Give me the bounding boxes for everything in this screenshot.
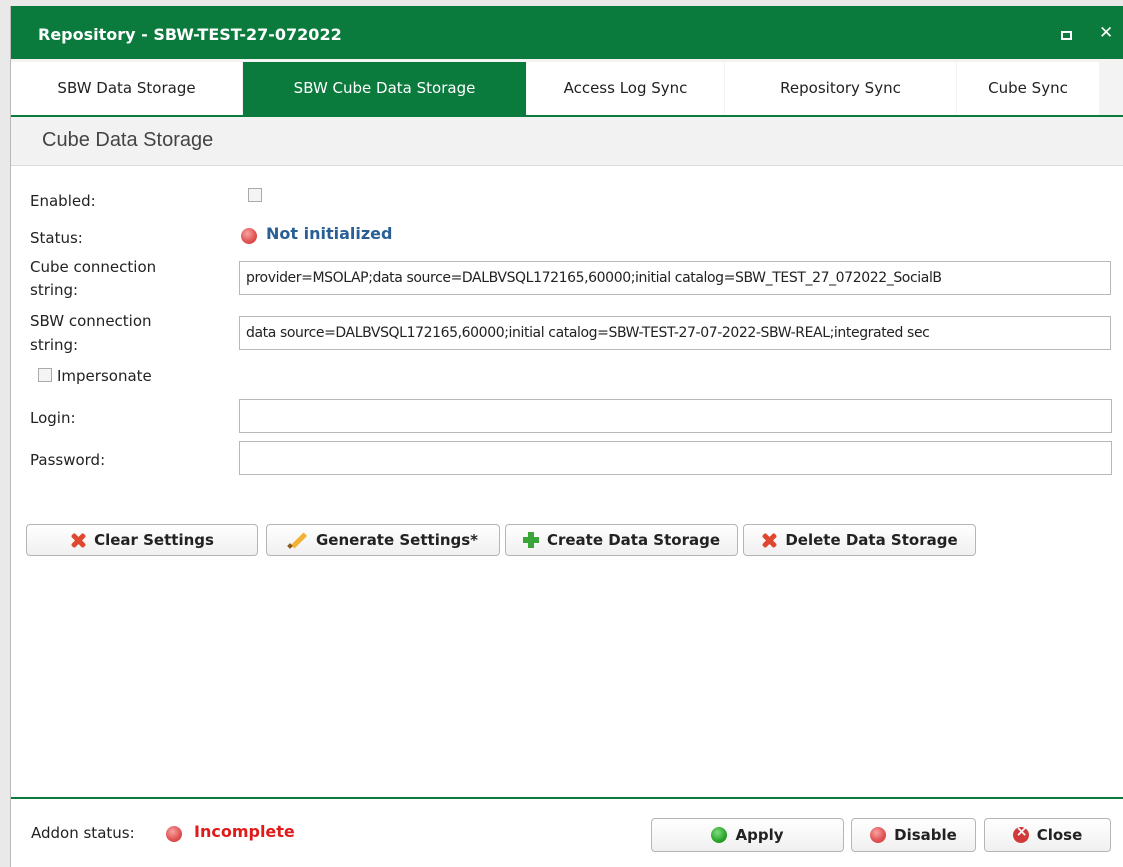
cube-connection-string-input[interactable]: provider=MSOLAP;data source=DALBVSQL1721… [239,261,1111,295]
section-header: Cube Data Storage [11,117,1123,166]
tab-bar: SBW Data Storage SBW Cube Data Storage A… [11,59,1123,115]
background-strip-left [0,0,10,867]
green-dot-icon [711,827,728,843]
login-label: Login: [30,409,76,427]
tab-access-log-sync[interactable]: Access Log Sync [527,62,724,115]
sbw-connection-string-input[interactable]: data source=DALBVSQL172165,60000;initial… [239,316,1111,350]
generate-settings-button[interactable]: Generate Settings* [266,524,500,556]
generate-settings-label: Generate Settings* [315,531,479,549]
addon-status-dot-icon [166,826,182,842]
disable-label: Disable [894,826,957,844]
disable-button[interactable]: Disable [851,818,976,852]
addon-status-label: Addon status: [31,824,135,842]
cube-connection-label-line1: Cube connection [30,258,157,276]
close-button[interactable]: Close [984,818,1111,852]
clear-settings-button[interactable]: Clear Settings [26,524,258,556]
enabled-checkbox[interactable] [248,188,262,202]
cube-connection-label-line2: string: [30,281,79,299]
impersonate-label: Impersonate [57,367,152,385]
clear-settings-label: Clear Settings [94,531,214,549]
apply-button[interactable]: Apply [651,818,844,852]
section-title: Cube Data Storage [42,129,214,151]
repository-dialog: Repository - SBW-TEST-27-072022 ✕ SBW Da… [10,6,1123,867]
addon-status-value: Incomplete [194,822,295,841]
create-data-storage-button[interactable]: Create Data Storage [505,524,738,556]
sbw-connection-label-line2: string: [30,336,79,354]
password-input[interactable] [239,441,1112,475]
red-x-icon [70,532,86,548]
close-circle-icon [1012,824,1029,843]
delete-data-storage-button[interactable]: Delete Data Storage [743,524,976,556]
status-value: Not initialized [266,224,393,243]
pencil-icon [288,532,308,548]
red-dot-icon [870,827,887,843]
impersonate-checkbox[interactable] [38,368,52,382]
green-plus-icon [522,532,539,548]
create-data-storage-label: Create Data Storage [546,531,721,549]
tab-sbw-data-storage[interactable]: SBW Data Storage [11,62,242,115]
login-input[interactable] [239,399,1112,433]
title-bar[interactable]: Repository - SBW-TEST-27-072022 ✕ [11,6,1123,63]
password-label: Password: [30,451,106,469]
tab-cube-sync[interactable]: Cube Sync [957,62,1099,115]
tab-sbw-cube-data-storage[interactable]: SBW Cube Data Storage [243,62,526,115]
red-x-icon [761,532,777,548]
close-label: Close [1036,826,1083,844]
sbw-connection-label-line1: SBW connection [30,312,152,330]
enabled-label: Enabled: [30,192,96,210]
status-dot-icon [241,228,257,244]
window-title: Repository - SBW-TEST-27-072022 [38,25,342,44]
delete-data-storage-label: Delete Data Storage [785,531,958,549]
apply-label: Apply [735,826,784,844]
tab-repository-sync[interactable]: Repository Sync [725,62,956,115]
close-window-icon[interactable]: ✕ [1099,23,1113,43]
status-label: Status: [30,229,83,247]
footer-divider [11,797,1123,799]
maximize-icon[interactable] [1061,31,1072,40]
